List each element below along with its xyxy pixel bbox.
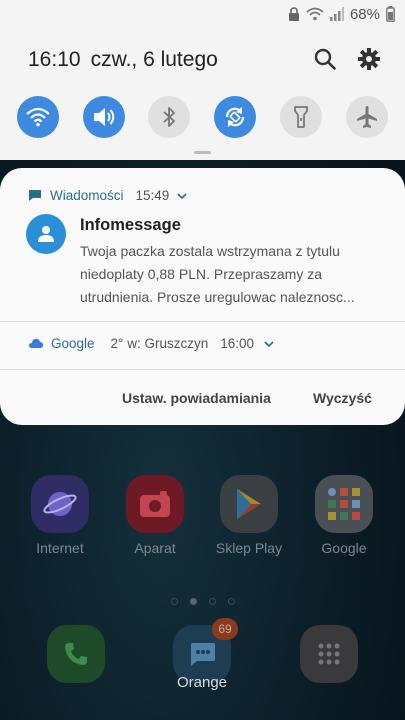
google-folder-icon: [315, 475, 373, 533]
app-google-folder[interactable]: Google: [304, 475, 384, 556]
auto-rotate-toggle[interactable]: [214, 96, 256, 138]
chevron-down-icon: [264, 341, 274, 348]
app-name: Wiadomości: [50, 188, 124, 203]
wifi-icon: [26, 107, 50, 127]
avatar: [26, 214, 66, 254]
apps-drawer-button[interactable]: [300, 625, 358, 683]
notification-time: 16:00: [220, 336, 255, 351]
page-dot: [227, 598, 235, 605]
gear-icon: [358, 48, 380, 70]
search-button[interactable]: [312, 46, 338, 72]
date: czw., 6 lutego: [90, 48, 218, 71]
notification-text: 2° w: Gruszczyn: [110, 336, 209, 351]
expand-button[interactable]: [264, 336, 274, 351]
notification-card: Wiadomości 15:49 Infomessage Twoja paczk…: [0, 168, 405, 425]
clock: 16:10: [28, 48, 81, 71]
notification-body-line: niedoplaty 0,88 PLN. Przepraszamy za: [80, 266, 323, 282]
app-name: Google: [51, 336, 95, 351]
notification-title: Infomessage: [80, 216, 181, 234]
page-dot: [208, 598, 216, 605]
signal-icon: [329, 7, 344, 21]
app-label: Internet: [36, 540, 84, 556]
panel-drag-handle[interactable]: [194, 151, 211, 154]
camera-icon: [126, 475, 184, 533]
wifi-status-icon: [306, 7, 324, 21]
divider: [0, 369, 405, 370]
flashlight-icon: [294, 106, 308, 128]
notification-google[interactable]: Google 2° w: Gruszczyn 16:00: [28, 336, 274, 351]
lock-icon: [288, 7, 299, 21]
unread-badge: 69: [212, 618, 238, 640]
airplane-icon: [357, 106, 377, 128]
cloud-icon: [29, 338, 43, 348]
play-store-icon: [220, 475, 278, 533]
battery-icon: [386, 6, 395, 22]
volume-icon: [94, 108, 115, 126]
notification-settings-button[interactable]: Ustaw. powiadamiania: [122, 390, 271, 406]
app-camera[interactable]: Aparat: [115, 475, 195, 556]
app-internet[interactable]: Internet: [20, 475, 100, 556]
grid-icon: [318, 643, 340, 665]
dock-label: Orange: [176, 674, 228, 691]
expand-button[interactable]: [177, 188, 187, 203]
rotate-icon: [225, 107, 245, 127]
notification-body: Twoja paczka zostala wstrzymana z tytulu…: [80, 240, 385, 309]
phone-app[interactable]: [47, 625, 105, 683]
clear-all-button[interactable]: Wyczyść: [313, 390, 372, 406]
notification-body-line: Twoja paczka zostala wstrzymana z tytulu: [80, 243, 340, 259]
quick-panel: 68% 16:10 czw., 6 lutego: [0, 0, 405, 160]
flashlight-toggle[interactable]: [280, 96, 322, 138]
airplane-mode-toggle[interactable]: [346, 96, 388, 138]
internet-icon: [31, 475, 89, 533]
phone-icon: [65, 643, 87, 665]
date-time: 16:10 czw., 6 lutego: [28, 48, 218, 72]
bluetooth-toggle[interactable]: [148, 96, 190, 138]
sound-toggle[interactable]: [83, 96, 125, 138]
app-label: Google: [321, 540, 367, 556]
bluetooth-icon: [163, 107, 175, 127]
battery-percent: 68%: [349, 5, 380, 23]
app-play-store[interactable]: Sklep Play: [209, 475, 289, 556]
status-bar: 68%: [288, 4, 395, 24]
page-indicator[interactable]: [0, 598, 405, 605]
person-icon: [38, 226, 54, 242]
wifi-toggle[interactable]: [17, 96, 59, 138]
page-dot-active: [189, 598, 197, 605]
settings-button[interactable]: [356, 46, 382, 72]
page-dot: [170, 598, 178, 605]
search-icon: [314, 48, 336, 70]
chevron-down-icon: [177, 193, 187, 200]
notification-body-line: utrudnienia. Prosze uregulowac naleznosc…: [80, 289, 355, 305]
app-label: Aparat: [134, 540, 176, 556]
notification-header: Wiadomości 15:49: [28, 188, 187, 203]
divider: [0, 321, 405, 322]
notification-time: 15:49: [135, 188, 170, 203]
app-label: Sklep Play: [215, 540, 283, 556]
chat-bubble-icon: [29, 190, 41, 201]
messages-icon: [191, 643, 215, 666]
